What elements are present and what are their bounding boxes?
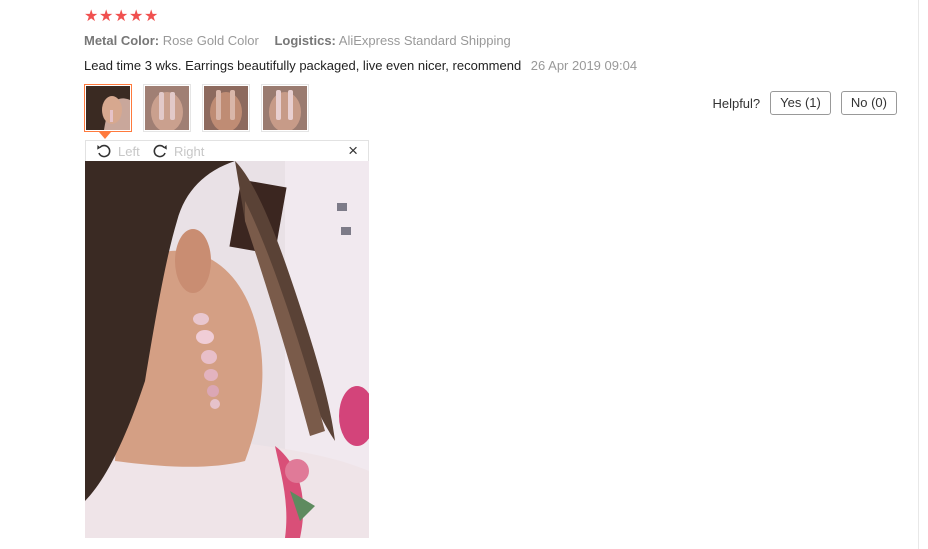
rotate-right-button[interactable]: Right	[152, 143, 204, 159]
review-body: Lead time 3 wks. Earrings beautifully pa…	[84, 57, 637, 75]
review-photo	[85, 161, 369, 538]
rotate-right-icon	[153, 144, 167, 158]
helpful-label: Helpful?	[712, 95, 761, 111]
review-date: 26 Apr 2019 09:04	[530, 58, 638, 73]
star-icon: ★	[129, 8, 144, 25]
logistics-key: Logistics:	[274, 33, 336, 48]
helpful-vote: Helpful? Yes (1) No (0)	[712, 91, 897, 115]
rating-stars: ★ ★ ★ ★ ★	[84, 8, 158, 26]
helpful-yes-button[interactable]: Yes (1)	[770, 91, 831, 115]
thumbnail-image	[145, 86, 189, 132]
star-icon: ★	[144, 8, 159, 25]
thumbnail-image	[263, 86, 307, 132]
metal-color-key: Metal Color:	[84, 33, 160, 48]
logistics-value: AliExpress Standard Shipping	[338, 33, 511, 48]
thumbnail-image	[204, 86, 248, 132]
photo-thumbnail-4[interactable]	[261, 84, 309, 132]
photo-thumbnail-1[interactable]	[84, 84, 132, 132]
star-icon: ★	[114, 8, 129, 25]
close-viewer-icon[interactable]: ×	[348, 142, 358, 160]
photo-thumbnails	[84, 84, 309, 132]
active-thumbnail-pointer	[99, 132, 111, 139]
page-right-divider	[918, 0, 919, 549]
review-text: Lead time 3 wks. Earrings beautifully pa…	[84, 58, 522, 73]
helpful-no-button[interactable]: No (0)	[840, 91, 897, 115]
star-icon: ★	[99, 8, 114, 25]
star-icon: ★	[84, 8, 99, 25]
rotate-left-button[interactable]: Left	[96, 143, 140, 159]
metal-color-value: Rose Gold Color	[162, 33, 259, 48]
photo-viewer-toolbar: Left Right ×	[85, 140, 369, 161]
rotate-left-label: Left	[118, 143, 140, 159]
thumbnail-image	[86, 86, 130, 130]
rotate-right-label: Right	[174, 143, 205, 159]
order-attributes: Metal Color: Rose Gold Color Logistics: …	[84, 32, 523, 50]
photo-thumbnail-3[interactable]	[202, 84, 250, 132]
rotate-left-icon	[97, 144, 111, 158]
photo-thumbnail-2[interactable]	[143, 84, 191, 132]
